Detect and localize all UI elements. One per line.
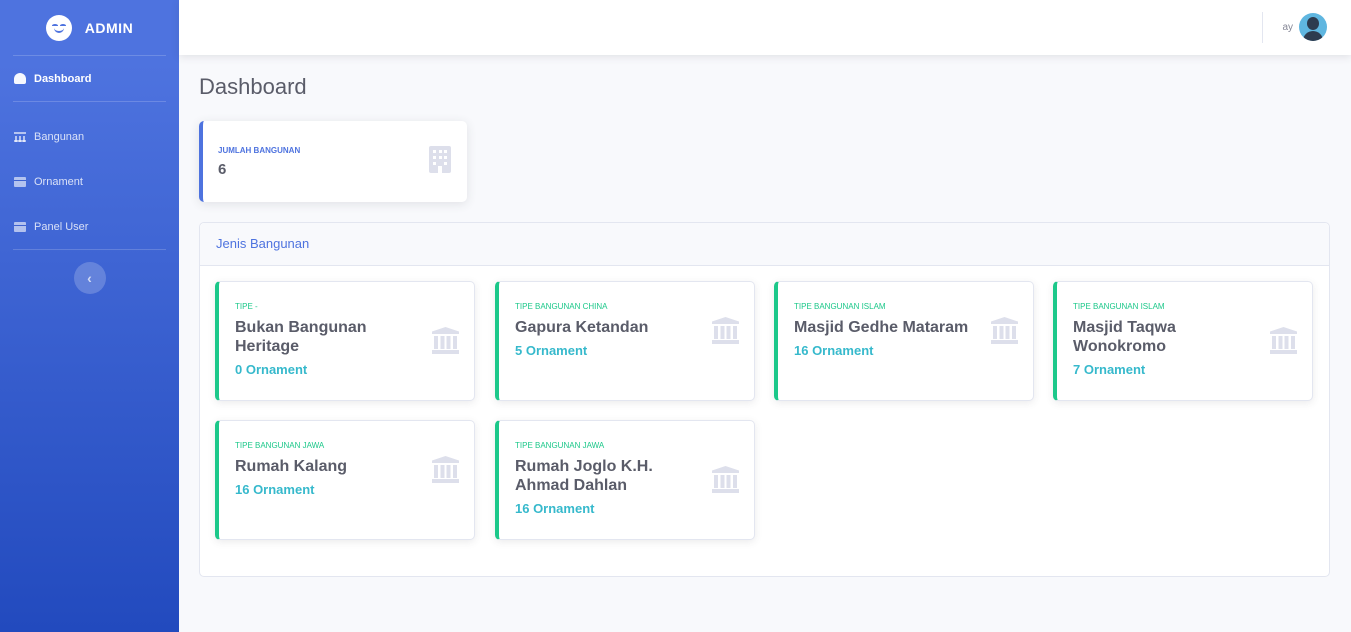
bangunan-card[interactable]: TIPE BANGUNAN ISLAM Masjid Taqwa Wonokro… xyxy=(1053,281,1313,401)
topbar: ay xyxy=(179,0,1351,55)
card-tipe: TIPE BANGUNAN JAWA xyxy=(515,441,605,450)
sidebar-item-label: Dashboard xyxy=(34,72,92,85)
sidebar-divider xyxy=(13,249,166,250)
main-content: Dashboard JUMLAH BANGUNAN 6 Jenis Bangun… xyxy=(199,55,1330,577)
bangunan-card[interactable]: TIPE - Bukan Bangunan Heritage 0 Ornamen… xyxy=(215,281,475,401)
bangunan-card[interactable]: TIPE BANGUNAN JAWA Rumah Kalang 16 Ornam… xyxy=(215,420,475,540)
topbar-divider xyxy=(1262,12,1263,43)
card-title: Rumah Joglo K.H. Ahmad Dahlan xyxy=(515,458,653,494)
card-tipe: TIPE BANGUNAN JAWA xyxy=(235,441,325,450)
bank-icon xyxy=(14,131,26,142)
bank-icon xyxy=(432,456,459,483)
bank-icon xyxy=(991,317,1018,344)
card-tipe: TIPE BANGUNAN ISLAM xyxy=(1073,302,1165,311)
card-title: Masjid Taqwa Wonokromo xyxy=(1073,319,1176,355)
card-title: Rumah Kalang xyxy=(235,458,348,475)
card-tipe: TIPE BANGUNAN CHINA xyxy=(515,302,608,311)
tachometer-icon xyxy=(14,73,26,84)
sidebar-item-label: Bangunan xyxy=(34,130,85,143)
sidebar-item-panel-user[interactable]: Panel User xyxy=(0,204,179,249)
sidebar: ADMIN Dashboard Bangunan Ornament Panel … xyxy=(0,0,179,632)
sidebar-item-label: Ornament xyxy=(34,175,83,188)
card-tipe: TIPE BANGUNAN ISLAM xyxy=(794,302,886,311)
sidebar-brand[interactable]: ADMIN xyxy=(0,0,179,55)
bank-icon xyxy=(712,466,739,493)
sidebar-item-dashboard[interactable]: Dashboard xyxy=(0,56,179,101)
user-menu[interactable]: ay xyxy=(1282,13,1327,41)
card-title: Masjid Gedhe Mataram xyxy=(794,319,969,336)
card-title: Bukan Bangunan Heritage xyxy=(235,319,367,355)
card-tipe: TIPE - xyxy=(235,302,258,311)
jenis-bangunan-panel: Jenis Bangunan TIPE - Bukan Bangunan Her… xyxy=(199,222,1330,577)
archive-icon xyxy=(14,176,26,187)
chevron-left-icon: ‹ xyxy=(87,270,92,286)
bank-icon xyxy=(1270,327,1297,354)
user-name: ay xyxy=(1282,21,1293,33)
bangunan-card[interactable]: TIPE BANGUNAN ISLAM Masjid Gedhe Mataram… xyxy=(774,281,1034,401)
card-ornament-count: 16 Ornament xyxy=(235,482,315,497)
panel-title: Jenis Bangunan xyxy=(200,223,1329,266)
sidebar-toggle-button[interactable]: ‹ xyxy=(73,262,106,294)
sidebar-item-bangunan[interactable]: Bangunan xyxy=(0,114,179,159)
sidebar-item-ornament[interactable]: Ornament xyxy=(0,159,179,204)
brand-name: ADMIN xyxy=(84,19,134,36)
bangunan-card[interactable]: TIPE BANGUNAN JAWA Rumah Joglo K.H. Ahma… xyxy=(495,420,755,540)
bangunan-card[interactable]: TIPE BANGUNAN CHINA Gapura Ketandan 5 Or… xyxy=(495,281,755,401)
stat-value: 6 xyxy=(218,161,227,178)
card-title: Gapura Ketandan xyxy=(515,319,649,336)
card-ornament-count: 16 Ornament xyxy=(515,501,595,516)
avatar xyxy=(1299,13,1327,41)
building-icon xyxy=(429,146,451,173)
card-ornament-count: 7 Ornament xyxy=(1073,362,1146,377)
stat-label: JUMLAH BANGUNAN xyxy=(218,146,301,155)
smile-icon xyxy=(45,14,72,41)
archive-icon xyxy=(14,221,26,232)
page-title: Dashboard xyxy=(199,74,307,99)
card-ornament-count: 5 Ornament xyxy=(515,343,588,358)
card-ornament-count: 16 Ornament xyxy=(794,343,874,358)
bank-icon xyxy=(712,317,739,344)
bank-icon xyxy=(432,327,459,354)
sidebar-item-label: Panel User xyxy=(34,220,89,233)
stat-card-jumlah-bangunan: JUMLAH BANGUNAN 6 xyxy=(199,121,467,202)
card-ornament-count: 0 Ornament xyxy=(235,362,308,377)
